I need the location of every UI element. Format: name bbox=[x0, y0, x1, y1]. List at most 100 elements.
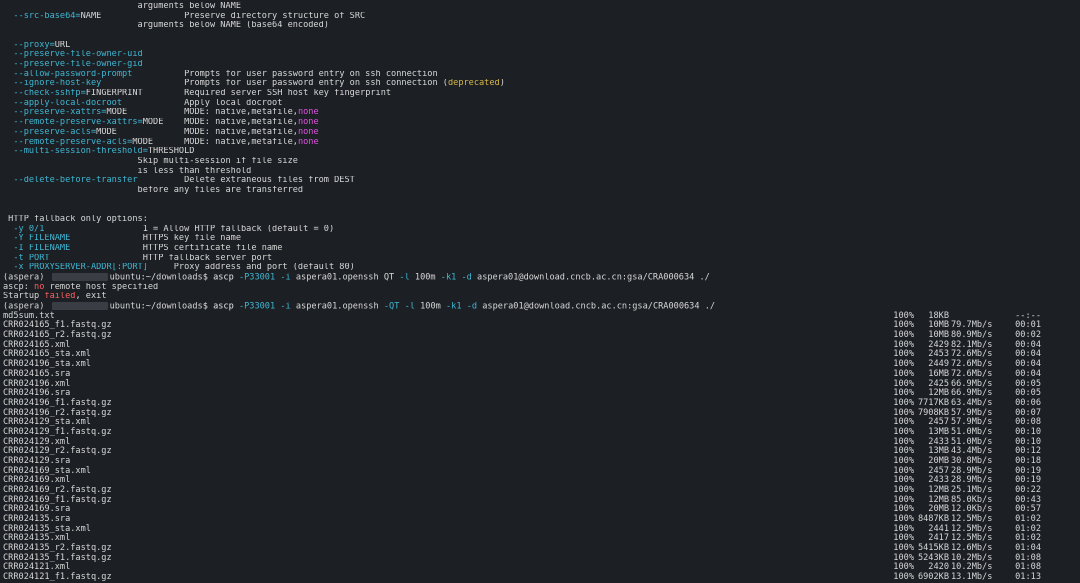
transfer-row: CRR024196_sta.xml 100% 2449 72.6Mb/s 00:04 bbox=[3, 359, 1080, 370]
command-flag: -l bbox=[404, 302, 415, 312]
redacted-username bbox=[51, 302, 108, 311]
transfer-percent: 100% bbox=[893, 572, 914, 583]
help-line bbox=[3, 31, 1080, 41]
text-segment: none bbox=[297, 127, 319, 137]
option-flag: --delete-before-transfer bbox=[3, 176, 138, 186]
transfer-row: CRR024121_f1.fastq.gz 100% 6902KB 13.1Mb/s 0… bbox=[3, 572, 1080, 583]
help-line: --ignore-host-key Prompts for user passw… bbox=[3, 79, 1080, 89]
help-line: -t PORT HTTP fallback server port bbox=[3, 254, 1080, 264]
help-line: --multi-session-threshold=THRESHOLD bbox=[3, 147, 1080, 157]
option-flag: -x PROXYSERVER-ADDR[:PORT] bbox=[3, 263, 148, 273]
help-line: --remote-preserve-acls=MODE MODE: native… bbox=[3, 138, 1080, 148]
text-segment: MODE: native,metafile, bbox=[127, 108, 298, 118]
command-text: 100m bbox=[414, 302, 446, 312]
command-flag: -k1 bbox=[440, 273, 457, 283]
transfer-row: CRR024169_r2.fastq.gz 100% 12MB 25.1Mb/s 00:… bbox=[3, 485, 1080, 496]
text-segment: Delete extraneous files from DEST bbox=[137, 176, 355, 186]
text-segment: Startup bbox=[3, 292, 45, 302]
option-flag: -I FILENAME bbox=[3, 244, 71, 253]
text-segment: MODE bbox=[106, 108, 128, 118]
text-segment: remote host specified bbox=[44, 282, 159, 292]
file-size: 6902KB bbox=[917, 572, 949, 583]
transfer-row: CRR024129_f1.fastq.gz 100% 13MB 51.0Mb/s 00:… bbox=[3, 427, 1080, 438]
text-segment: MODE: native,metafile, bbox=[153, 137, 298, 147]
transfer-row: md5sum.txt 100% 18KB --:-- bbox=[3, 311, 1080, 322]
transfer-row: CRR024196.xml 100% 2425 66.9Mb/s 00:05 bbox=[3, 379, 1080, 390]
shell-prompt-line: (aspera) ubuntu:~/downloads$ ascp -P3300… bbox=[3, 273, 1080, 283]
transfer-row: CRR024129.sra 100% 20MB 30.8Mb/s 00:18 bbox=[3, 456, 1080, 467]
option-flag: --remote-preserve-xattrs= bbox=[3, 118, 143, 128]
text-segment: Prompts for user password entry on ssh c… bbox=[132, 69, 438, 79]
command-flag: -d bbox=[466, 302, 478, 312]
text-segment: is less than threshold bbox=[3, 166, 252, 176]
text-segment: before any files are transferred bbox=[3, 185, 304, 195]
help-line: arguments below NAME bbox=[3, 2, 1080, 12]
option-flag: -y 0/1 bbox=[3, 224, 45, 234]
help-line: HTTP fallback only options: bbox=[3, 215, 1080, 225]
redacted-username bbox=[51, 273, 108, 282]
option-flag: -t PORT bbox=[3, 253, 50, 263]
option-flag: --allow-password-prompt bbox=[3, 69, 133, 79]
prompt-host-path: ubuntu:~/downloads$ bbox=[109, 302, 214, 312]
terminal-window[interactable]: arguments below NAME --src-base64=NAME P… bbox=[0, 0, 1080, 582]
text-segment: Preserve directory structure of SRC bbox=[101, 11, 366, 21]
transfer-row: CRR024135.sra 100% 8487KB 12.5Mb/s 01:02 bbox=[3, 514, 1080, 525]
transfer-row: CRR024129_r2.fastq.gz 100% 13MB 43.4Mb/s 00:… bbox=[3, 447, 1080, 457]
command-text: ascp bbox=[213, 273, 239, 283]
command-text: 100m bbox=[409, 273, 441, 283]
help-line: -Y FILENAME HTTPS key file name bbox=[3, 234, 1080, 244]
text-segment: MODE bbox=[132, 137, 154, 147]
command-flag: -P33001 bbox=[238, 273, 276, 283]
error-text: failed bbox=[44, 292, 76, 302]
help-line: --src-base64=NAME Preserve directory str… bbox=[3, 12, 1080, 22]
command-flag: -l bbox=[399, 273, 410, 283]
help-line: --proxy=URL bbox=[3, 41, 1080, 51]
transfer-row: CRR024169_sta.xml 100% 2457 28.9Mb/s 00:19 bbox=[3, 466, 1080, 477]
text-segment: MODE bbox=[96, 127, 117, 137]
text-segment: HTTP fallback server port bbox=[49, 253, 273, 263]
text-segment: arguments below NAME (base64 encoded) bbox=[3, 21, 329, 31]
option-flag: --multi-session-threshold= bbox=[3, 147, 148, 157]
help-line: arguments below NAME (base64 encoded) bbox=[3, 21, 1080, 31]
option-flag: --src-base64= bbox=[3, 11, 81, 21]
conda-env-label: (aspera) bbox=[3, 273, 50, 283]
command-flag: -i bbox=[280, 302, 291, 312]
option-flag: --remote-preserve-acls= bbox=[3, 137, 133, 147]
error-line: ascp: no remote host specified bbox=[3, 283, 1080, 293]
text-segment: arguments below NAME bbox=[3, 2, 241, 11]
transfer-row: CRR024165.sra 100% 16MB 72.6Mb/s 00:04 bbox=[3, 369, 1080, 380]
help-line: --preserve-acls=MODE MODE: native,metafi… bbox=[3, 128, 1080, 138]
text-segment: 1 = Allow HTTP fallback (default = 0) bbox=[44, 224, 335, 234]
option-flag: --check-sshfp= bbox=[3, 89, 86, 99]
help-line: --apply-local-docroot Apply local docroo… bbox=[3, 99, 1080, 109]
transfer-row: CRR024169.xml 100% 2433 28.9Mb/s 00:19 bbox=[3, 476, 1080, 486]
option-flag: --preserve-file-owner-gid bbox=[3, 60, 143, 70]
help-line: --allow-password-prompt Prompts for user… bbox=[3, 70, 1080, 80]
command-flag: -P33001 bbox=[238, 302, 276, 312]
transfer-row: CRR024165_r2.fastq.gz 100% 10MB 80.9Mb/s 00:… bbox=[3, 330, 1080, 341]
text-segment: HTTP fallback only options: bbox=[3, 214, 148, 224]
command-text: aspera01@download.cncb.ac.cn:gsa/CRA0006… bbox=[471, 273, 710, 283]
text-segment: , exit bbox=[75, 292, 107, 302]
elapsed-time: 01:13 bbox=[1015, 572, 1041, 583]
text-segment: FINGERPRINT bbox=[85, 89, 143, 99]
help-line: --preserve-file-owner-gid bbox=[3, 60, 1080, 70]
shell-prompt-line: (aspera) ubuntu:~/downloads$ ascp -P3300… bbox=[3, 302, 1080, 312]
text-segment: URL bbox=[54, 40, 71, 50]
error-line: Startup failed, exit bbox=[3, 292, 1080, 302]
help-line: --delete-before-transfer Delete extraneo… bbox=[3, 176, 1080, 186]
text-segment: deprecated bbox=[447, 79, 500, 89]
text-segment: Prompts for user password entry on ssh c… bbox=[101, 79, 448, 89]
help-line: --remote-preserve-xattrs=MODE MODE: nati… bbox=[3, 118, 1080, 128]
command-text: aspera01@download.cncb.ac.cn:gsa/CRA0006… bbox=[477, 302, 716, 312]
transfer-rate: 13.1Mb/s bbox=[951, 572, 993, 583]
help-line: -y 0/1 1 = Allow HTTP fallback (default … bbox=[3, 225, 1080, 235]
text-segment: Proxy address and port (default 80) bbox=[147, 263, 355, 273]
help-line bbox=[3, 196, 1080, 206]
option-flag: --apply-local-docroot bbox=[3, 98, 122, 108]
text-segment: MODE: native,metafile, bbox=[163, 118, 298, 128]
transfer-row: CRR024165_f1.fastq.gz 100% 10MB 79.7Mb/s 00:… bbox=[3, 321, 1080, 331]
help-line: Skip multi-session if file size bbox=[3, 157, 1080, 167]
option-flag: --ignore-host-key bbox=[3, 79, 102, 89]
help-line: -x PROXYSERVER-ADDR[:PORT] Proxy address… bbox=[3, 263, 1080, 273]
